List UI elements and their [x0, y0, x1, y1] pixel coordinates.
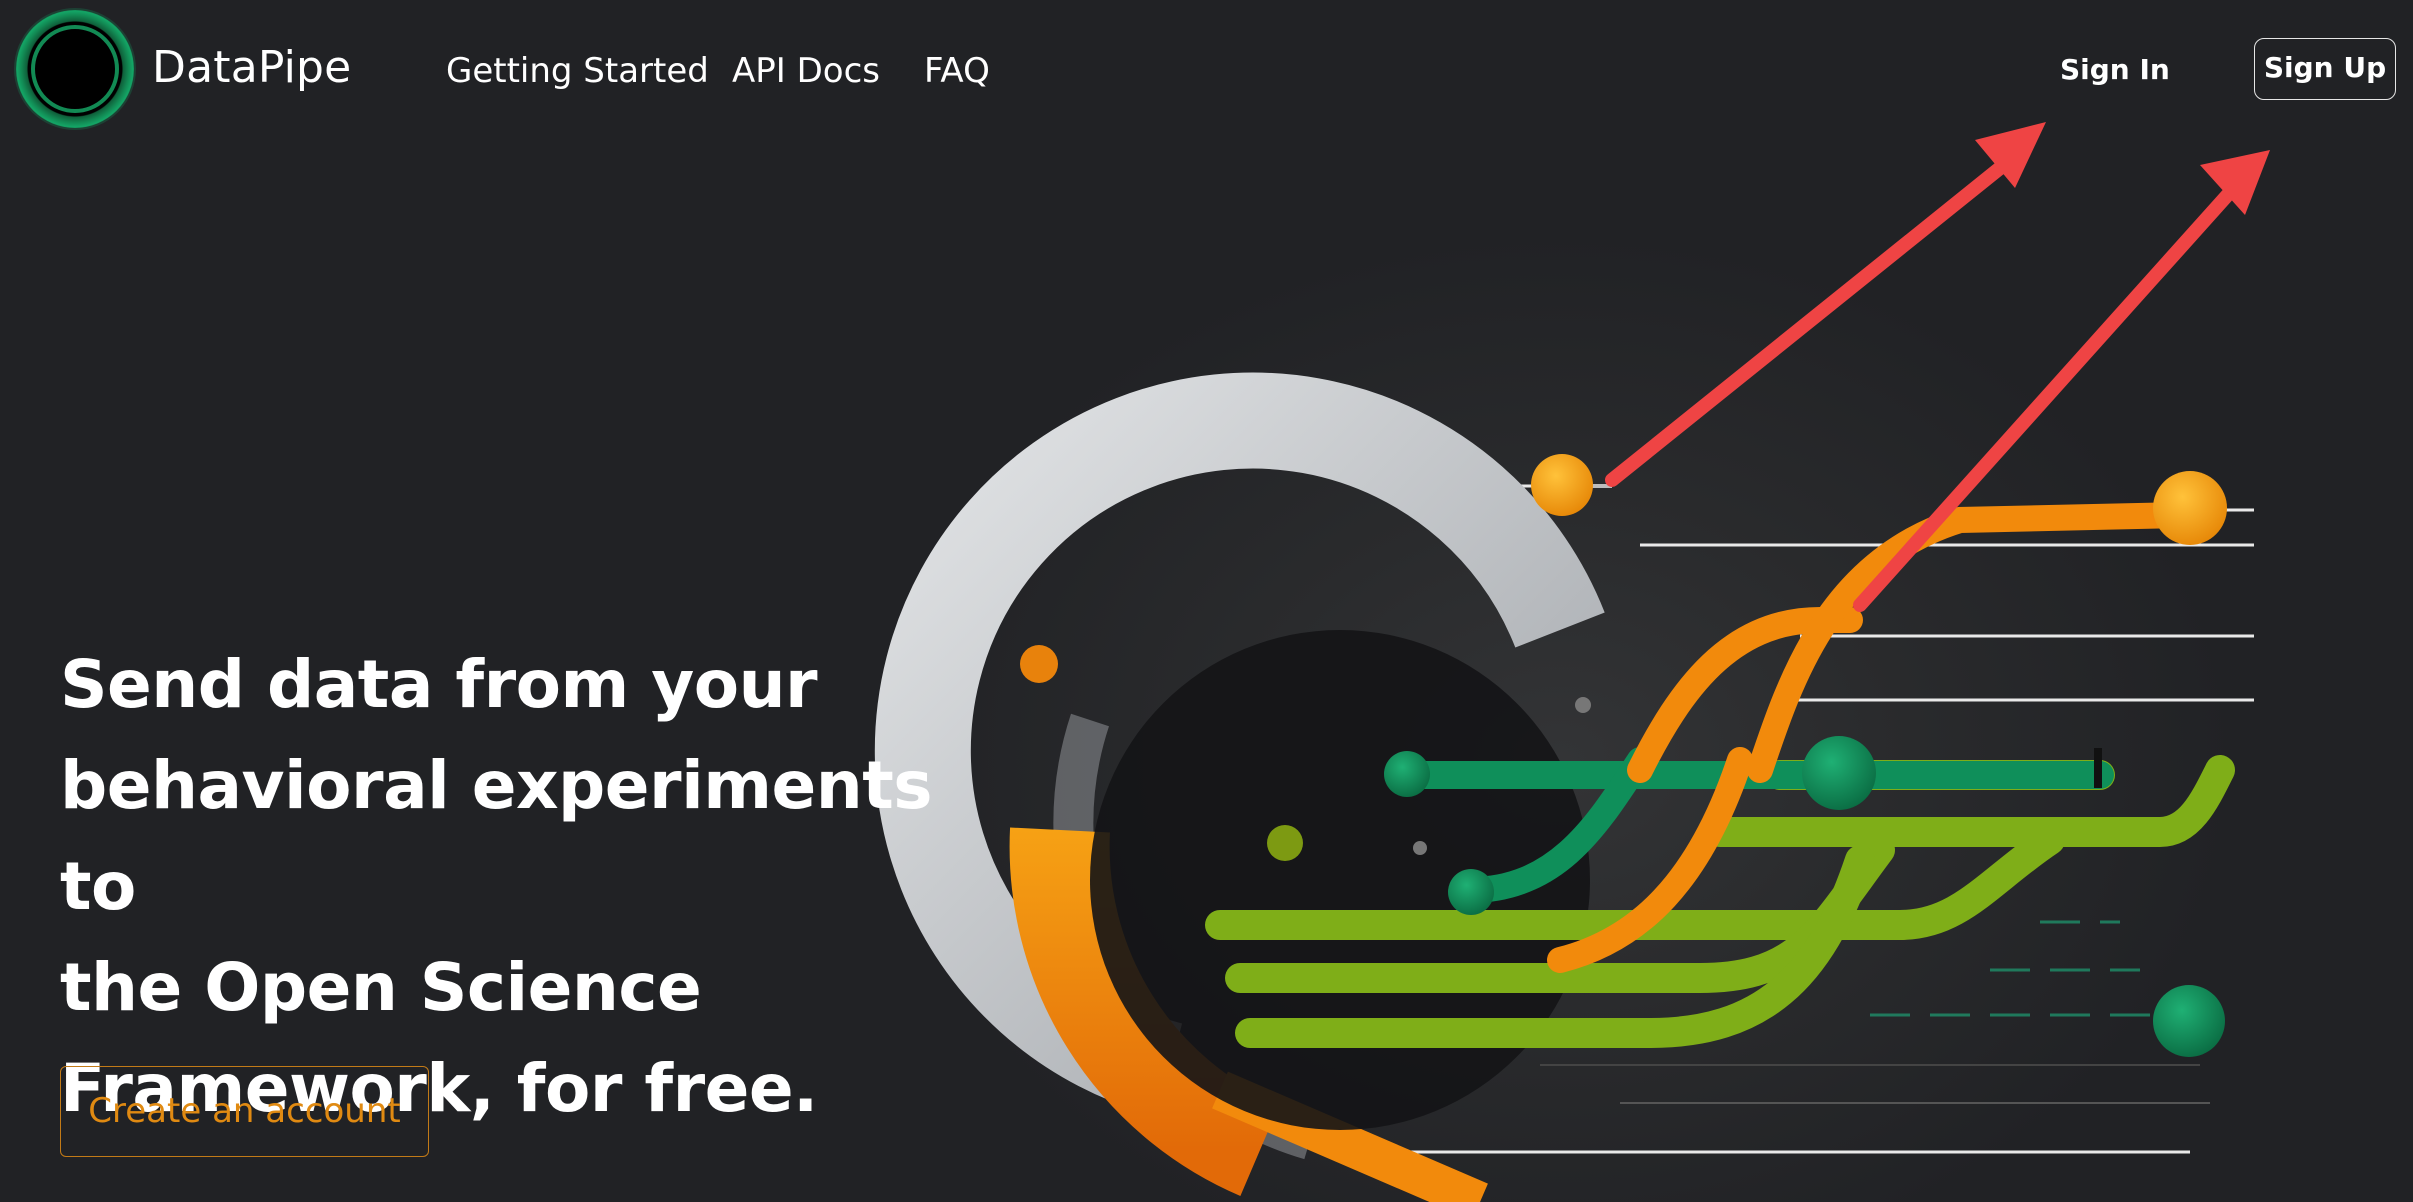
- guide-lines: [1390, 484, 2254, 1154]
- logo-core: [31, 25, 119, 113]
- sign-in-link[interactable]: Sign In: [2060, 50, 2170, 90]
- hero-title-line: Send data from your: [60, 646, 818, 723]
- create-account-button[interactable]: Create an account: [60, 1066, 429, 1157]
- brand-name[interactable]: DataPipe: [152, 40, 351, 96]
- nav-link-getting-started[interactable]: Getting Started: [446, 48, 709, 94]
- sign-up-button[interactable]: Sign Up: [2254, 38, 2396, 100]
- landing-page: DataPipe Getting Started API Docs FAQ Si…: [0, 0, 2413, 1202]
- hero-title: Send data from your behavioral experimen…: [60, 634, 960, 1139]
- nav-link-api-docs[interactable]: API Docs: [732, 48, 880, 94]
- arrow-to-sign-up-icon: [1853, 150, 2270, 612]
- hero-title-line: behavioral experiments to: [60, 747, 933, 925]
- arrow-to-sign-in-icon: [1605, 122, 2046, 487]
- hero-title-line: the Open Science: [60, 949, 702, 1026]
- ring-logo-icon[interactable]: [16, 10, 134, 128]
- nav-link-faq[interactable]: FAQ: [924, 48, 990, 94]
